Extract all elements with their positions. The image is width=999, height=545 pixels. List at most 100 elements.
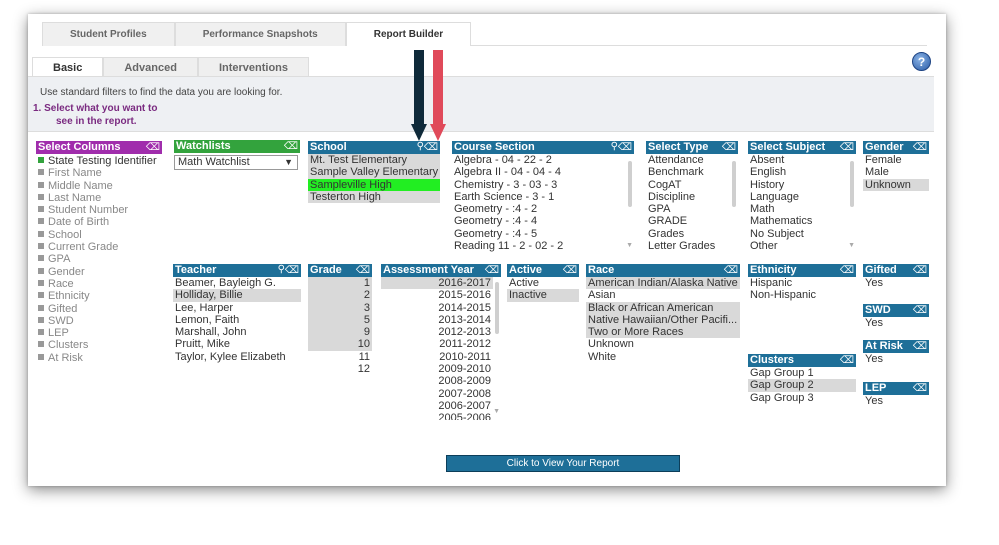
- list-item[interactable]: Earth Science - 3 - 1: [452, 191, 634, 203]
- view-report-button[interactable]: Click to View Your Report: [446, 455, 680, 472]
- list-item[interactable]: Non-Hispanic: [748, 289, 856, 301]
- list-item[interactable]: 1: [308, 277, 372, 290]
- eraser-icon[interactable]: ⌫: [840, 354, 854, 367]
- list-item[interactable]: State Testing Identifier: [38, 155, 162, 167]
- list-item[interactable]: 2012-2013: [381, 326, 493, 338]
- tab-basic[interactable]: Basic: [32, 57, 104, 77]
- eraser-icon[interactable]: ⌫: [285, 264, 299, 277]
- list-item[interactable]: History: [748, 179, 856, 191]
- list-item[interactable]: 2: [308, 289, 372, 302]
- eraser-icon[interactable]: ⌫: [840, 264, 854, 277]
- list-item[interactable]: Geometry - :4 - 5: [452, 228, 634, 240]
- list-item[interactable]: Hispanic: [748, 277, 856, 289]
- eraser-icon[interactable]: ⌫: [913, 141, 927, 154]
- list-item[interactable]: SWD: [38, 315, 162, 327]
- list-item[interactable]: Gap Group 3: [748, 392, 856, 404]
- list-item[interactable]: Algebra - 04 - 22 - 2: [452, 154, 634, 166]
- watchlist-select[interactable]: Math Watchlist ▼: [174, 155, 298, 170]
- list-item[interactable]: 2013-2014: [381, 314, 493, 326]
- list-item[interactable]: Geometry - :4 - 4: [452, 215, 634, 227]
- list-item[interactable]: Gap Group 1: [748, 367, 856, 379]
- list-item[interactable]: Attendance: [646, 154, 738, 166]
- eraser-icon[interactable]: ⌫: [424, 141, 438, 154]
- list-item[interactable]: American Indian/Alaska Native: [586, 277, 740, 290]
- tab-performance-snapshots[interactable]: Performance Snapshots: [174, 22, 346, 46]
- list-item[interactable]: 2007-2008: [381, 388, 493, 400]
- list-item[interactable]: Math: [748, 203, 856, 215]
- list-item[interactable]: Two or More Races: [586, 326, 740, 339]
- list-item[interactable]: Beamer, Bayleigh G.: [173, 277, 301, 289]
- list-item[interactable]: Reading 11 - 2 - 02 - 2: [452, 240, 634, 252]
- list-item[interactable]: Lee, Harper: [173, 302, 301, 314]
- list-item[interactable]: CogAT: [646, 179, 738, 191]
- list-item[interactable]: 2005-2006: [381, 412, 493, 420]
- eraser-icon[interactable]: ⌫: [913, 340, 927, 353]
- list-item[interactable]: Race: [38, 278, 162, 290]
- tab-advanced[interactable]: Advanced: [103, 57, 198, 77]
- list-item[interactable]: 12: [308, 363, 372, 375]
- list-item[interactable]: Other: [748, 240, 856, 252]
- list-item[interactable]: Algebra II - 04 - 04 - 4: [452, 166, 634, 178]
- list-item[interactable]: 3: [308, 301, 372, 314]
- eraser-icon[interactable]: ⌫: [913, 382, 927, 395]
- eraser-icon[interactable]: ⌫: [724, 264, 738, 277]
- eraser-icon[interactable]: ⌫: [356, 264, 370, 277]
- list-item[interactable]: Unknown: [863, 178, 929, 191]
- scrollbar[interactable]: [732, 161, 736, 207]
- list-item[interactable]: Marshall, John: [173, 326, 301, 338]
- list-item[interactable]: Gap Group 2: [748, 379, 856, 392]
- list-item[interactable]: Holliday, Billie: [173, 289, 301, 302]
- scroll-down-icon[interactable]: ▼: [848, 242, 855, 249]
- scrollbar[interactable]: [628, 161, 632, 207]
- eraser-icon[interactable]: ⌫: [485, 264, 499, 277]
- list-item[interactable]: 2006-2007: [381, 400, 493, 412]
- list-item[interactable]: Female: [863, 154, 929, 166]
- scroll-down-icon[interactable]: ▼: [626, 242, 633, 249]
- list-item[interactable]: GRADE: [646, 215, 738, 227]
- list-item[interactable]: Taylor, Kylee Elizabeth: [173, 351, 301, 363]
- list-item[interactable]: Yes: [863, 277, 929, 289]
- list-item[interactable]: LEP: [38, 327, 162, 339]
- list-item[interactable]: English: [748, 166, 856, 178]
- list-item[interactable]: 2010-2011: [381, 351, 493, 363]
- list-item[interactable]: Absent: [748, 154, 856, 166]
- list-item[interactable]: 5: [308, 313, 372, 327]
- scroll-down-icon[interactable]: ▼: [493, 408, 500, 415]
- list-item[interactable]: 2008-2009: [381, 375, 493, 387]
- list-item[interactable]: Black or African American: [586, 301, 740, 314]
- list-item[interactable]: Current Grade: [38, 241, 162, 253]
- list-item[interactable]: 2016-2017: [381, 277, 493, 290]
- tab-interventions[interactable]: Interventions: [197, 57, 310, 77]
- list-item[interactable]: Grades: [646, 228, 738, 240]
- list-item[interactable]: 2014-2015: [381, 302, 493, 314]
- eraser-icon[interactable]: ⌫: [618, 141, 632, 154]
- list-item[interactable]: Active: [507, 277, 579, 289]
- tab-student-profiles[interactable]: Student Profiles: [42, 22, 175, 46]
- list-item[interactable]: Ethnicity: [38, 290, 162, 302]
- list-item[interactable]: 10: [308, 338, 372, 351]
- list-item[interactable]: Student Number: [38, 204, 162, 216]
- list-item[interactable]: White: [586, 351, 740, 363]
- list-item[interactable]: Middle Name: [38, 180, 162, 192]
- scrollbar[interactable]: [495, 282, 499, 334]
- list-item[interactable]: Sampleville High: [308, 178, 440, 191]
- list-item[interactable]: Benchmark: [646, 166, 738, 178]
- list-item[interactable]: Pruitt, Mike: [173, 338, 301, 350]
- list-item[interactable]: No Subject: [748, 228, 856, 240]
- list-item[interactable]: 2011-2012: [381, 338, 493, 350]
- help-icon[interactable]: ?: [912, 52, 931, 71]
- list-item[interactable]: Gifted: [38, 303, 162, 315]
- list-item[interactable]: Yes: [863, 317, 929, 329]
- eraser-icon[interactable]: ⌫: [284, 140, 298, 153]
- tab-report-builder[interactable]: Report Builder: [345, 22, 472, 46]
- eraser-icon[interactable]: ⌫: [913, 304, 927, 317]
- list-item[interactable]: Lemon, Faith: [173, 314, 301, 326]
- eraser-icon[interactable]: ⌫: [722, 141, 736, 154]
- list-item[interactable]: Yes: [863, 395, 929, 407]
- list-item[interactable]: Date of Birth: [38, 216, 162, 228]
- list-item[interactable]: GPA: [646, 203, 738, 215]
- eraser-icon[interactable]: ⌫: [913, 264, 927, 277]
- list-item[interactable]: 9: [308, 326, 372, 339]
- list-item[interactable]: Sample Valley Elementary: [308, 166, 440, 179]
- eraser-icon[interactable]: ⌫: [563, 264, 577, 277]
